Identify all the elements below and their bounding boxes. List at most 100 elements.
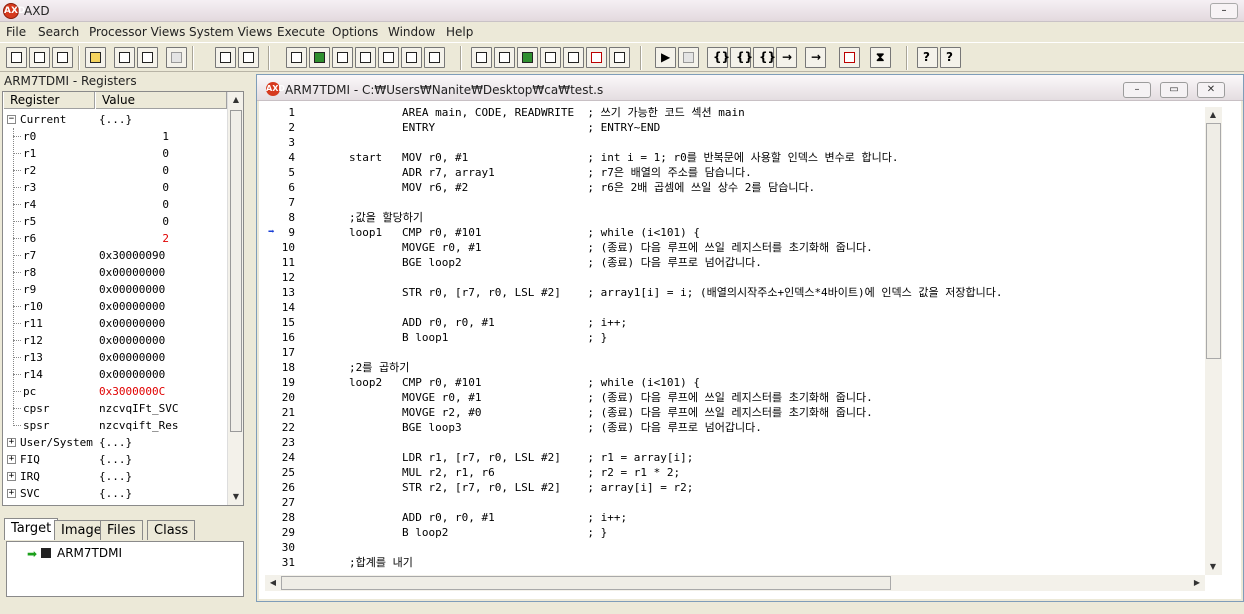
scroll-right-icon[interactable]: ▶ [1189,575,1205,591]
source-line[interactable]: 6 MOV r6, #2 ; r6은 2배 곱셈에 쓰일 상수 2를 담습니다. [265,180,1205,195]
source-line[interactable]: ➡ 9 loop1 CMP r0, #101 ; while (i<101) { [265,225,1205,240]
source-line[interactable]: 2 ENTRY ; ENTRY~END [265,120,1205,135]
register-value[interactable]: 1 [99,128,169,145]
find-icon[interactable] [215,47,236,68]
register-value[interactable]: 0 [99,213,169,230]
source-line[interactable]: 12 [265,270,1205,285]
source-line[interactable]: 5 ADR r7, array1 ; r7은 배열의 주소를 담습니다. [265,165,1205,180]
register-row[interactable]: r14 0x00000000 [3,366,227,383]
register-value[interactable]: 0x00000000 [99,281,165,298]
source-line[interactable]: 22 BGE loop3 ; (종료) 다음 루프로 넘어갑니다. [265,420,1205,435]
source-line[interactable]: 3 [265,135,1205,150]
register-value[interactable]: 0 [99,196,169,213]
source-line[interactable]: 24 LDR r1, [r7, r0, LSL #2] ; r1 = array… [265,450,1205,465]
expand-icon[interactable]: + [7,472,16,481]
backtrace-view-icon[interactable] [401,47,422,68]
reload-image-icon[interactable] [29,47,50,68]
scroll-up-icon[interactable]: ▲ [1205,107,1221,123]
register-value[interactable]: 0x00000000 [99,298,165,315]
disassembly-view-icon[interactable] [494,47,515,68]
column-header-register[interactable]: Register [3,92,95,109]
register-group-row[interactable]: + FIQ {...} [3,451,227,468]
source-horizontal-scrollbar[interactable]: ◀ ▶ [265,575,1205,591]
menu-window[interactable]: Window [388,25,435,39]
set-pc-icon[interactable]: → [805,47,826,68]
register-row[interactable]: r5 0 [3,213,227,230]
register-row[interactable]: r9 0x00000000 [3,281,227,298]
register-row[interactable]: r1 0 [3,145,227,162]
source-line[interactable]: 21 MOVGE r2, #0 ; (종료) 다음 루프에 쓰일 레지스터를 초… [265,405,1205,420]
memory-view-icon[interactable] [355,47,376,68]
source-line[interactable]: 27 [265,495,1205,510]
source-line[interactable]: 18 ;2를 곱하기 [265,360,1205,375]
register-row[interactable]: r0 1 [3,128,227,145]
source-line[interactable]: 1 AREA main, CODE, READWRITE ; 쓰기 가능한 코드… [265,105,1205,120]
window-minimize-button[interactable]: – [1210,3,1238,19]
menu-execute[interactable]: Execute [277,25,325,39]
source-line[interactable]: 25 MUL r2, r1, r6 ; r2 = r1 * 2; [265,465,1205,480]
registers-view-icon[interactable] [286,47,307,68]
stop-icon[interactable] [678,47,699,68]
source-line[interactable]: 23 [265,435,1205,450]
register-row[interactable]: r11 0x00000000 [3,315,227,332]
register-value[interactable]: 0x3000000C [99,383,165,400]
scroll-thumb[interactable] [1206,123,1221,359]
register-value[interactable]: 0 [99,145,169,162]
low-level-symbols-icon[interactable] [378,47,399,68]
source-line[interactable]: 20 MOVGE r0, #1 ; (종료) 다음 루프에 쓰일 레지스터를 초… [265,390,1205,405]
register-row[interactable]: r4 0 [3,196,227,213]
console-view-icon[interactable] [424,47,445,68]
save-icon[interactable] [114,47,135,68]
register-row[interactable]: pc 0x3000000C [3,383,227,400]
maximize-icon[interactable]: ▭ [1160,82,1188,98]
register-group-row[interactable]: + User/System {...} [3,434,227,451]
register-group-row[interactable]: − Current {...} [3,111,227,128]
source-line[interactable]: 19 loop2 CMP r0, #101 ; while (i<101) { [265,375,1205,390]
source-line[interactable]: 13 STR r0, [r7, r0, LSL #2] ; array1[i] … [265,285,1205,300]
expand-icon[interactable]: + [7,489,16,498]
register-group-row[interactable]: + IRQ {...} [3,468,227,485]
watch-view-icon[interactable] [332,47,353,68]
menu-system-views[interactable]: System Views [189,25,272,39]
register-row[interactable]: r12 0x00000000 [3,332,227,349]
step-icon[interactable]: {} [707,47,730,68]
register-value[interactable]: nzcvqIFt_SVC [99,400,178,417]
target-list-item[interactable]: ➡ ARM7TDMI [27,544,147,562]
close-icon[interactable]: ✕ [1197,82,1225,98]
breakpoints-view-icon[interactable] [586,47,607,68]
register-row[interactable]: r8 0x00000000 [3,264,227,281]
source-line[interactable]: 28 ADD r0, r0, #1 ; i++; [265,510,1205,525]
load-image-icon[interactable] [6,47,27,68]
register-value[interactable]: 0 [99,162,169,179]
source-line[interactable]: 26 STR r2, [r7, r0, LSL #2] ; array[i] =… [265,480,1205,495]
registers-scrollbar[interactable]: ▲ ▼ [227,92,243,505]
register-row[interactable]: r2 0 [3,162,227,179]
minimize-icon[interactable]: – [1123,82,1151,98]
source-code-view[interactable]: 1 AREA main, CODE, READWRITE ; 쓰기 가능한 코드… [265,105,1205,572]
help-icon[interactable]: ? [917,47,938,68]
step-in-icon[interactable]: {} [730,47,753,68]
register-value[interactable]: 0x00000000 [99,366,165,383]
register-row[interactable]: r13 0x00000000 [3,349,227,366]
source-line[interactable]: 17 [265,345,1205,360]
register-value[interactable]: 0 [99,179,169,196]
source-line[interactable]: 11 BGE loop2 ; (종료) 다음 루프로 넘어갑니다. [265,255,1205,270]
menu-options[interactable]: Options [332,25,378,39]
source-line[interactable]: 31 ;합계를 내기 [265,555,1205,570]
context-help-icon[interactable]: ? [940,47,961,68]
open-folder-icon[interactable] [85,47,106,68]
variables-view-icon[interactable] [309,47,330,68]
source-line[interactable]: 29 B loop2 ; } [265,525,1205,540]
go-icon[interactable]: ▶ [655,47,676,68]
register-row[interactable]: r6 2 [3,230,227,247]
scroll-thumb[interactable] [281,576,891,590]
source-line[interactable]: 4 start MOV r0, #1 ; int i = 1; r0를 반복문에 … [265,150,1205,165]
source-line[interactable]: 8 ;값을 할당하기 [265,210,1205,225]
scroll-down-icon[interactable]: ▼ [1205,559,1221,575]
output-view-icon[interactable] [563,47,584,68]
scroll-down-icon[interactable]: ▼ [228,489,244,505]
tab-files[interactable]: Files [100,520,143,540]
column-header-value[interactable]: Value [95,92,227,109]
target-view-icon[interactable] [517,47,538,68]
register-row[interactable]: spsr nzcvqift_Res [3,417,227,434]
